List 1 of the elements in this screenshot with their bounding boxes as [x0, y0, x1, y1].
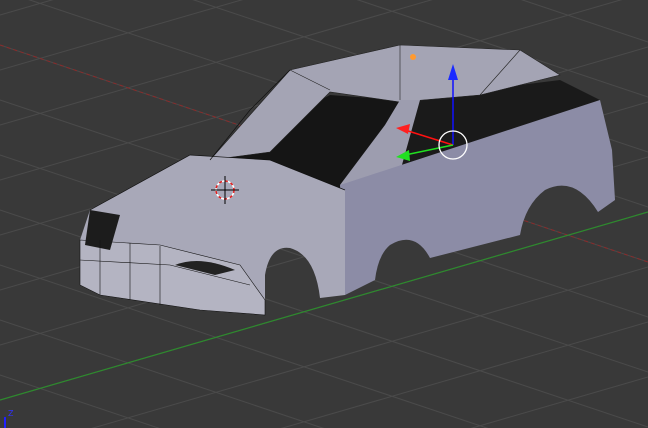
axis-label: Z	[8, 409, 14, 418]
